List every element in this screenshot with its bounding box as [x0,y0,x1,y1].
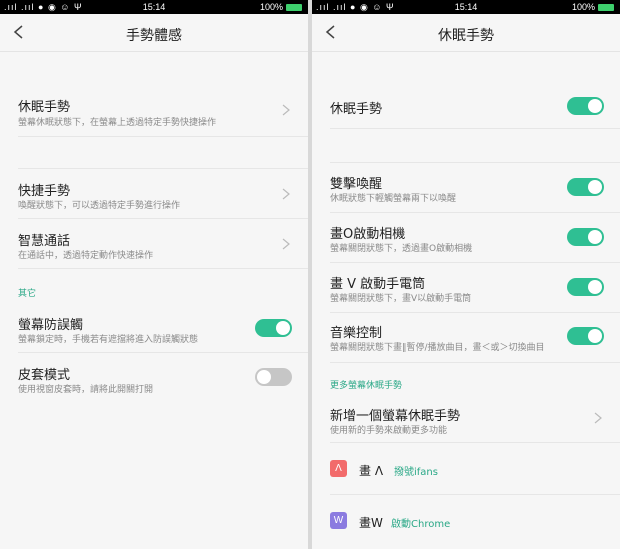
divider [330,494,620,495]
gesture-title: 畫 V 啟動手電筒 [330,277,426,292]
battery-indicator: 100% [572,0,614,14]
chevron-right-icon [282,104,290,116]
menu-item-subtitle: 螢幕休眠狀態下，在螢幕上透過特定手勢快捷操作 [18,118,217,128]
gesture-action: 啟動Chrome [391,519,451,530]
menu-item-sleep-gestures[interactable]: 休眠手勢 螢幕休眠狀態下，在螢幕上透過特定手勢快捷操作 [0,86,308,136]
toggle-row-cover-mode: 皮套模式 使用視窗皮套時，請將此開關打開 [0,354,308,402]
v-flashlight-toggle[interactable] [567,278,604,296]
page-title: 休眠手勢 [438,28,494,44]
divider [330,312,620,313]
gesture-row-v-flashlight: 畫 V 啟動手電筒 螢幕關閉狀態下，畫V以啟動手電筒 [312,264,620,312]
menu-item-title: 快捷手勢 [18,184,71,199]
toggle-row-subtitle: 螢幕鎖定時，手機若有遮擋將進入防誤觸狀態 [18,335,199,345]
toggle-row-pocket-mode: 螢幕防誤觸 螢幕鎖定時，手機若有遮擋將進入防誤觸狀態 [0,304,308,352]
toggle-row-subtitle: 使用視窗皮套時，請將此開關打開 [18,385,154,395]
status-bar: .ııl .ııl ● ◉ ☺ Ψ 15:14 100% [0,0,308,14]
menu-item-title: 休眠手勢 [18,100,71,115]
menu-item-quick-gestures[interactable]: 快捷手勢 喚醒狀態下，可以透過特定手勢進行操作 [0,170,308,218]
gesture-row-double-tap: 雙擊喚醒 休眠狀態下輕觸螢幕兩下以喚醒 [312,164,620,212]
divider [330,442,620,443]
battery-indicator: 100% [260,0,302,14]
gesture-name: 畫 Λ [359,464,384,478]
divider [330,162,620,163]
section-header-other: 其它 [18,289,37,299]
cover-mode-toggle[interactable] [255,368,292,386]
double-tap-toggle[interactable] [567,178,604,196]
gesture-row-music-control: 音樂控制 螢幕關閉狀態下畫‖暫停/播放曲目，畫＜或＞切換曲目 [312,314,620,362]
title-bar: 休眠手勢 [312,14,620,52]
divider [330,212,620,213]
battery-icon [598,4,614,12]
gesture-title: 雙擊喚醒 [330,177,383,192]
menu-item-smart-call[interactable]: 智慧通話 在通話中，透過特定動作快速操作 [0,220,308,268]
gesture-subtitle: 休眠狀態下輕觸螢幕兩下以喚醒 [330,194,457,204]
chevron-right-icon [282,188,290,200]
divider [18,268,308,269]
chevron-right-icon [594,412,602,424]
master-toggle-row: 休眠手勢 [312,84,620,128]
gesture-name: 畫W [359,516,383,530]
w-gesture-icon: W [330,512,347,529]
divider [18,352,308,353]
divider [18,136,308,137]
sleep-gestures-screen: .ııl .ııl ● ◉ ☺ Ψ 15:14 100% 休眠手勢 休眠手勢 雙… [312,0,620,549]
gesture-title: 畫O啟動相機 [330,227,406,242]
add-gesture-item[interactable]: 新增一個螢幕休眠手勢 使用新的手勢來啟動更多功能 [312,394,620,442]
add-gesture-subtitle: 使用新的手勢來啟動更多功能 [330,426,448,436]
gesture-action: 撥號ifans [394,467,438,478]
pocket-mode-toggle[interactable] [255,319,292,337]
divider [18,168,308,169]
custom-gesture-row[interactable]: W 畫W 啟動Chrome [312,496,620,546]
divider [330,262,620,263]
menu-item-subtitle: 在通話中，透過特定動作快速操作 [18,251,154,261]
battery-percent: 100% [571,2,595,12]
menu-item-title: 智慧通話 [18,234,71,249]
music-control-toggle[interactable] [567,327,604,345]
gesture-title: 音樂控制 [330,326,383,341]
divider [330,128,620,129]
gesture-subtitle: 螢幕關閉狀態下，畫V以啟動手電筒 [330,294,472,304]
o-camera-toggle[interactable] [567,228,604,246]
menu-item-subtitle: 喚醒狀態下，可以透過特定手勢進行操作 [18,201,181,211]
master-toggle-title: 休眠手勢 [330,102,383,117]
toggle-row-title: 皮套模式 [18,368,71,383]
lambda-gesture-icon: Λ [330,460,347,477]
battery-icon [286,4,302,12]
gesture-row-o-camera: 畫O啟動相機 螢幕關閉狀態下，透過畫O啟動相機 [312,214,620,262]
gesture-subtitle: 螢幕關閉狀態下畫‖暫停/播放曲目，畫＜或＞切換曲目 [330,343,545,353]
gesture-settings-screen: .ııl .ııl ● ◉ ☺ Ψ 15:14 100% 手勢體感 休眠手勢 螢… [0,0,308,549]
toggle-row-title: 螢幕防誤觸 [18,318,84,333]
page-title: 手勢體感 [126,28,182,44]
divider [330,362,620,363]
status-bar: .ııl .ııl ● ◉ ☺ Ψ 15:14 100% [312,0,620,14]
gesture-subtitle: 螢幕關閉狀態下，透過畫O啟動相機 [330,244,473,254]
battery-percent: 100% [259,2,283,12]
section-header-more-gestures: 更多螢幕休眠手勢 [330,381,403,391]
title-bar: 手勢體感 [0,14,308,52]
custom-gesture-row[interactable]: Λ 畫 Λ 撥號ifans [312,444,620,494]
add-gesture-title: 新增一個螢幕休眠手勢 [330,409,461,424]
divider [18,218,308,219]
sleep-gestures-master-toggle[interactable] [567,97,604,115]
chevron-right-icon [282,238,290,250]
